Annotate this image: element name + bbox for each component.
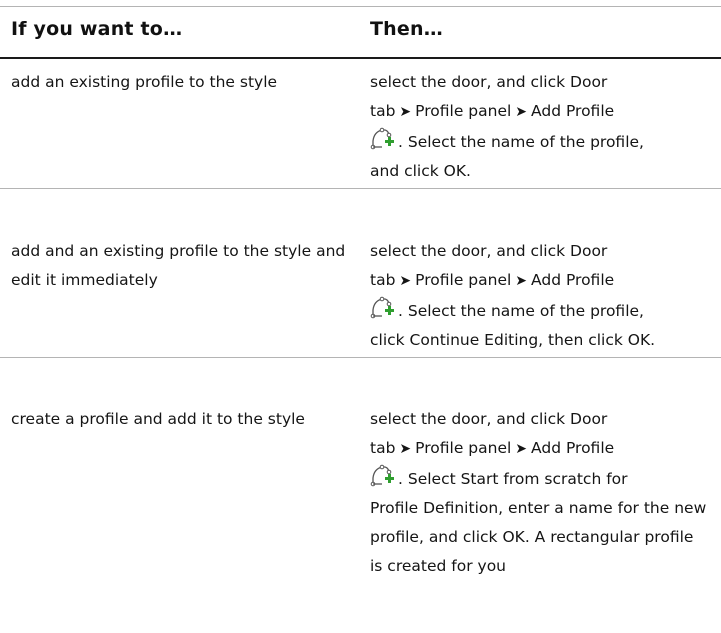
- add-profile-icon: [370, 464, 396, 488]
- arrow-icon: ➤: [515, 273, 528, 289]
- row-3-want: create a profile and add it to the style: [11, 410, 305, 428]
- add-profile-icon: [370, 296, 396, 320]
- row-1-then-after-icon: . Select the name of the profile,: [398, 133, 644, 151]
- row-1-then-rest: and click OK.: [370, 162, 471, 180]
- row-2-then-after-icon: . Select the name of the profile,: [398, 302, 644, 320]
- row-3-then-line1: select the door, and click Door: [370, 410, 608, 428]
- column-header-if-you-want: If you want to…: [11, 18, 183, 40]
- row-1-tab: tab: [370, 102, 396, 120]
- table-top-rule: [0, 6, 721, 7]
- row-1-then-line1: select the door, and click Door: [370, 73, 608, 91]
- row-1-cmd: Add Profile: [531, 102, 615, 120]
- row-3-cmd: Add Profile: [531, 439, 615, 457]
- arrow-icon: ➤: [399, 441, 412, 457]
- arrow-icon: ➤: [399, 273, 412, 289]
- header-rule: [0, 57, 721, 59]
- arrow-icon: ➤: [515, 441, 528, 457]
- column-header-then: Then…: [370, 18, 443, 40]
- row-3-then: select the door, and click Door tab ➤ Prof…: [370, 405, 710, 581]
- row-1-then: select the door, and click Door tab ➤ Prof…: [370, 68, 710, 186]
- options-table: If you want to… Then… add an existing pr…: [0, 0, 721, 633]
- row-2-cmd: Add Profile: [531, 271, 615, 289]
- row-3-then-after-icon: . Select Start from scratch for: [398, 470, 628, 488]
- row-2-then-line1: select the door, and click Door: [370, 242, 608, 260]
- row-2-then: select the door, and click Door tab ➤ Prof…: [370, 237, 710, 355]
- add-profile-icon: [370, 127, 396, 151]
- row-divider: [0, 188, 721, 189]
- row-divider: [0, 357, 721, 358]
- arrow-icon: ➤: [515, 104, 528, 120]
- row-2-then-rest: click Continue Editing, then click OK.: [370, 331, 656, 349]
- row-2-tab: tab: [370, 271, 396, 289]
- row-3-then-rest: Profile Definition, enter a name for the…: [370, 499, 707, 575]
- arrow-icon: ➤: [399, 104, 412, 120]
- row-3-tab: tab: [370, 439, 396, 457]
- row-2-want: add and an existing profile to the style…: [11, 242, 346, 289]
- row-1-want: add an existing profile to the style: [11, 73, 278, 91]
- row-2-panel: Profile panel: [415, 271, 512, 289]
- row-1-panel: Profile panel: [415, 102, 512, 120]
- row-3-panel: Profile panel: [415, 439, 512, 457]
